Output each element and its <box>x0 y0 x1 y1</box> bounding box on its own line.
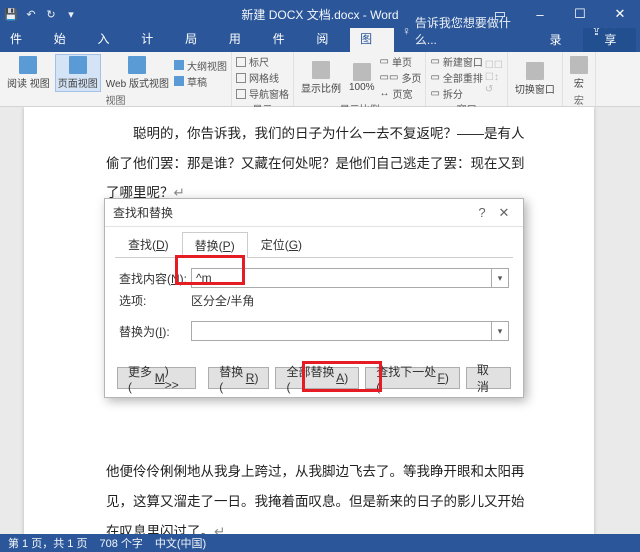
para-3: 他便伶伶俐俐地从我身上跨过，从我脚边飞去了。等我睁开眼和太阳再见，这算又溜走了一… <box>106 464 525 534</box>
title-bar: 💾 ↶ ↻ ▾ 新建 DOCX 文档.docx - Word ▭ – ☐ ✕ <box>0 0 640 28</box>
find-next-button[interactable]: 查找下一处(F) <box>365 367 460 389</box>
group-views-label: 视图 <box>105 92 125 108</box>
switch-windows-button[interactable]: 切换窗口 <box>512 60 558 98</box>
find-dropdown-icon[interactable]: ▾ <box>492 268 509 288</box>
split-button[interactable]: ▭拆分 <box>430 86 482 101</box>
options-label: 选项: <box>119 292 191 309</box>
window-title: 新建 DOCX 文档.docx - Word <box>241 6 398 23</box>
status-page[interactable]: 第 1 页，共 1 页 <box>8 535 87 551</box>
dialog-tab-replace[interactable]: 替换(P) <box>182 232 248 258</box>
find-input[interactable]: ^m <box>191 268 492 288</box>
qat-dropdown-icon[interactable]: ▾ <box>64 7 78 21</box>
find-label: 查找内容(N): <box>119 270 191 287</box>
status-words[interactable]: 708 个字 <box>99 535 142 551</box>
page-width-button[interactable]: ↔页宽 <box>380 86 422 101</box>
dialog-tab-goto[interactable]: 定位(G) <box>248 231 315 257</box>
read-mode-button[interactable]: 阅读 视图 <box>4 54 53 92</box>
ribbon-tabs: 文件 开始 插入 设计 布局 引用 邮件 审阅 视图 ♀ 告诉我您想要做什么..… <box>0 28 640 52</box>
gridlines-checkbox[interactable]: 网格线 <box>236 70 289 85</box>
zoom-100-button[interactable]: 100% <box>346 61 378 95</box>
lightbulb-icon: ♀ <box>402 24 411 38</box>
multi-page-button[interactable]: ▭▭多页 <box>380 70 422 85</box>
undo-icon[interactable]: ↶ <box>24 7 38 21</box>
dialog-tab-find[interactable]: 查找(D) <box>115 231 182 257</box>
replace-dropdown-icon[interactable]: ▾ <box>492 321 509 341</box>
status-lang[interactable]: 中文(中国) <box>155 535 206 551</box>
save-icon[interactable]: 💾 <box>4 7 18 21</box>
one-page-button[interactable]: ▭单页 <box>380 54 422 69</box>
maximize-icon[interactable]: ☐ <box>560 0 600 28</box>
web-layout-button[interactable]: Web 版式视图 <box>103 54 172 92</box>
options-value: 区分全/半角 <box>191 292 254 309</box>
draft-button[interactable]: 草稿 <box>174 74 227 89</box>
replace-label: 替换为(I): <box>119 323 191 340</box>
zoom-button[interactable]: 显示比例 <box>298 59 344 97</box>
view-side-button: ☐☐ <box>485 60 503 71</box>
find-replace-dialog: 查找和替换 ? ✕ 查找(D) 替换(P) 定位(G) 查找内容(N): ^m … <box>104 198 524 398</box>
new-window-button[interactable]: ▭新建窗口 <box>430 54 482 69</box>
arrange-all-button[interactable]: ▭全部重排 <box>430 70 482 85</box>
reset-pos-button: ↺ <box>485 84 503 95</box>
close-icon[interactable]: ✕ <box>600 0 640 28</box>
redo-icon[interactable]: ↻ <box>44 7 58 21</box>
para-1: 聪明的，你告诉我，我们的日子为什么一去不复返呢？——是有人偷了他们罢：那是谁？又… <box>106 126 525 200</box>
ribbon: 阅读 视图 页面视图 Web 版式视图 大纲视图 草稿 视图 标尺 网格线 导航… <box>0 52 640 107</box>
replace-button[interactable]: 替换(R) <box>208 367 269 389</box>
sync-scroll-button: ☐↕ <box>485 72 503 83</box>
tell-me[interactable]: ♀ 告诉我您想要做什么... <box>394 10 540 52</box>
outline-button[interactable]: 大纲视图 <box>174 58 227 73</box>
group-macro-label: 宏 <box>574 92 584 108</box>
more-button[interactable]: 更多(M) >> <box>117 367 196 389</box>
dialog-title: 查找和替换 <box>113 204 471 221</box>
replace-input[interactable] <box>191 321 492 341</box>
dialog-help-icon[interactable]: ? <box>471 205 493 220</box>
ruler-checkbox[interactable]: 标尺 <box>236 54 289 69</box>
dialog-close-icon[interactable]: ✕ <box>493 205 515 221</box>
macros-button[interactable]: 宏 <box>567 54 591 92</box>
navpane-checkbox[interactable]: 导航窗格 <box>236 86 289 101</box>
status-bar: 第 1 页，共 1 页 708 个字 中文(中国) <box>0 534 640 552</box>
cancel-button[interactable]: 取消 <box>466 367 511 389</box>
replace-all-button[interactable]: 全部替换(A) <box>275 367 359 389</box>
print-layout-button[interactable]: 页面视图 <box>55 54 101 92</box>
